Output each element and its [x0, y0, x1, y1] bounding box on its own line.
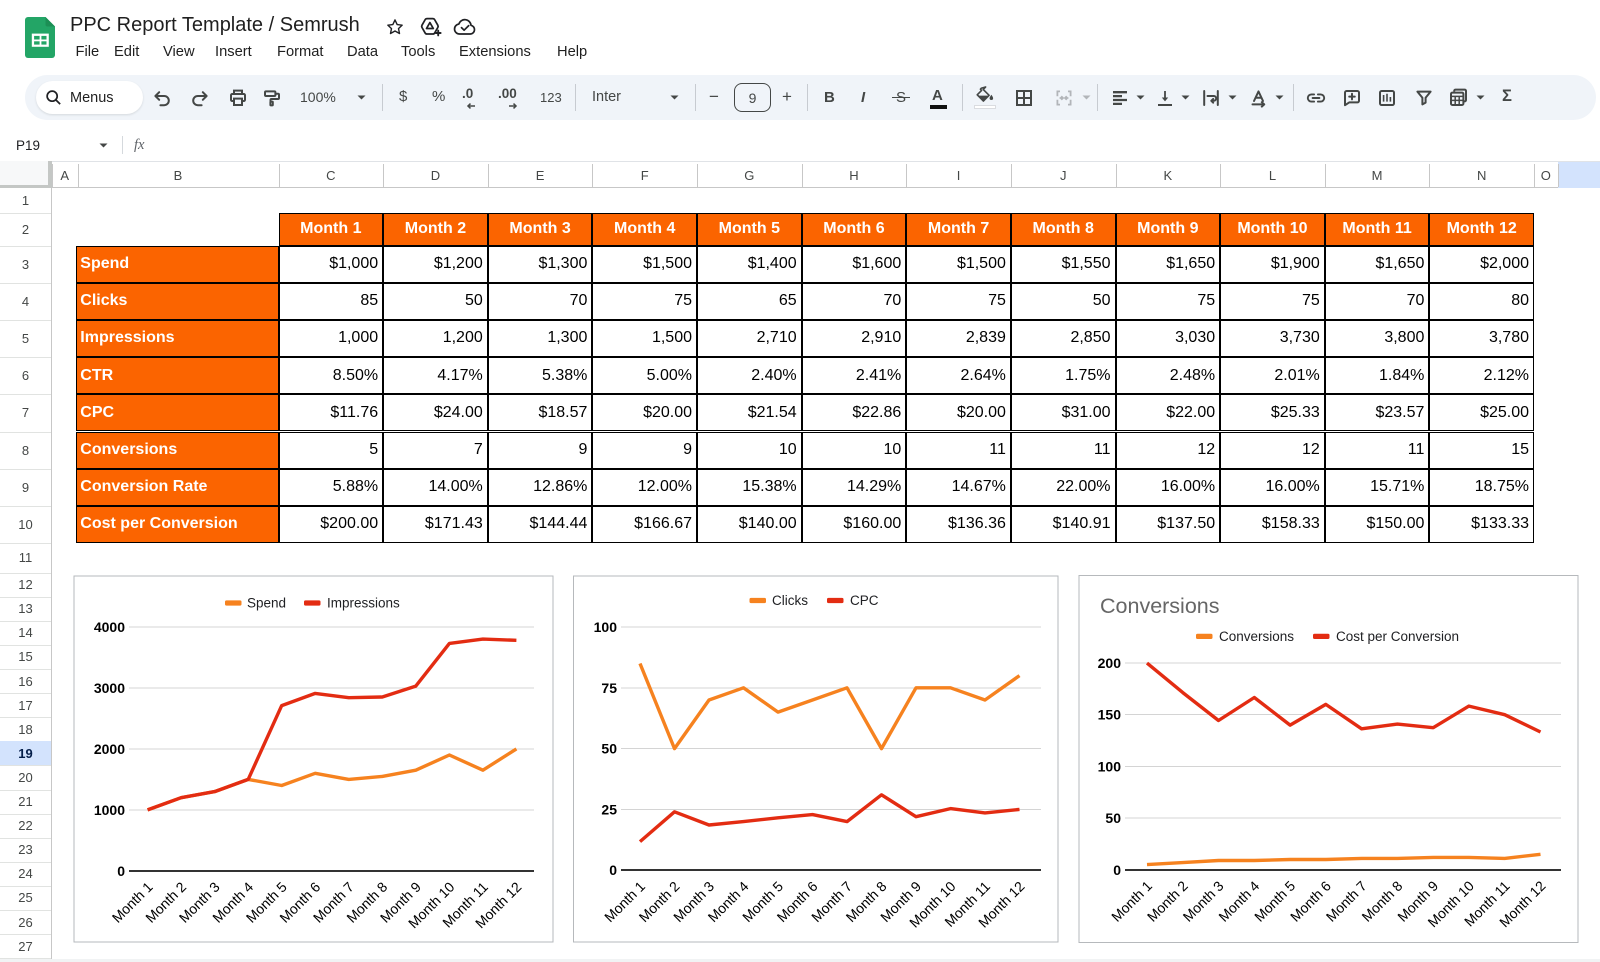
svg-text:50: 50: [601, 741, 617, 757]
svg-text:Clicks: Clicks: [772, 593, 808, 608]
svg-text:Impressions: Impressions: [327, 596, 400, 611]
svg-text:75: 75: [601, 680, 617, 696]
svg-text:Cost per Conversion: Cost per Conversion: [1336, 629, 1459, 644]
svg-text:100: 100: [1098, 758, 1122, 774]
svg-text:25: 25: [601, 801, 617, 817]
svg-text:0: 0: [117, 863, 125, 879]
svg-text:4000: 4000: [94, 619, 125, 635]
svg-text:50: 50: [1105, 810, 1121, 826]
svg-text:3000: 3000: [94, 680, 125, 696]
svg-text:2000: 2000: [94, 741, 125, 757]
svg-text:1000: 1000: [94, 802, 125, 818]
svg-text:0: 0: [609, 862, 617, 878]
svg-text:100: 100: [594, 619, 618, 635]
svg-text:0: 0: [1113, 862, 1121, 878]
svg-text:Conversions: Conversions: [1100, 594, 1220, 618]
svg-text:200: 200: [1098, 655, 1122, 671]
svg-text:Conversions: Conversions: [1219, 629, 1294, 644]
svg-text:Spend: Spend: [247, 596, 286, 611]
svg-text:CPC: CPC: [850, 593, 879, 608]
svg-text:150: 150: [1098, 707, 1122, 723]
